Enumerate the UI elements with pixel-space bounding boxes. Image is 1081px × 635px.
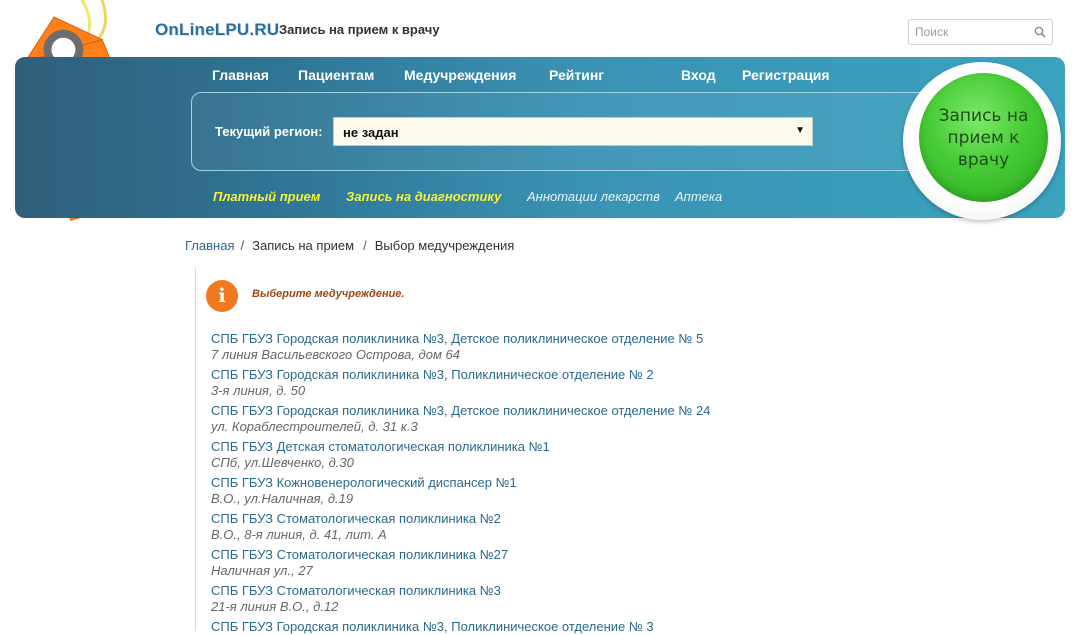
dropdown-arrow-icon: ▼ [795,125,805,136]
book-appointment-label: Запись на прием к врачу [938,105,1029,170]
subnav-diagnostics[interactable]: Запись на диагностику [346,189,501,204]
info-message: Выберите медучреждение. [252,288,405,300]
clinic-address: Наличная ул., 27 [211,563,313,578]
site-tagline: Запись на прием к врачу [279,22,440,37]
subnav-drug-annotations[interactable]: Аннотации лекарств [527,189,660,204]
clinic-link[interactable]: СПБ ГБУЗ Стоматологическая поликлиника №… [211,583,501,599]
search-icon[interactable] [1034,26,1046,38]
list-item: СПБ ГБУЗ Городская поликлиника №3, Детск… [211,331,703,363]
nav-item-home[interactable]: Главная [212,67,269,83]
clinic-link[interactable]: СПБ ГБУЗ Городская поликлиника №3, Детск… [211,403,710,419]
clinic-address: В.О., ул.Наличная, д.19 [211,491,354,506]
subnav-paid-appointment[interactable]: Платный прием [213,189,320,204]
search-box[interactable] [908,19,1053,45]
clinic-link[interactable]: СПБ ГБУЗ Городская поликлиника №3, Полик… [211,619,654,635]
clinic-address: 7 линия Васильевского Острова, дом 64 [211,347,460,362]
breadcrumb-current: Выбор медучреждения [374,238,515,253]
clinic-link[interactable]: СПБ ГБУЗ Городская поликлиника №3, Полик… [211,367,654,383]
region-select-value: не задан [343,125,399,140]
list-item: СПБ ГБУЗ Стоматологическая поликлиника №… [211,583,501,615]
search-input[interactable] [909,20,1030,44]
nav-item-register[interactable]: Регистрация [742,67,830,83]
list-item: СПБ ГБУЗ Городская поликлиника №3, Полик… [211,367,654,399]
breadcrumb-separator: / [240,238,245,253]
list-item: СПБ ГБУЗ Стоматологическая поликлиника №… [211,547,508,579]
clinic-address: ул. Кораблестроителей, д. 31 к.3 [211,419,418,434]
info-icon: i [206,280,238,312]
breadcrumb-home[interactable]: Главная [185,238,234,253]
list-item: СПБ ГБУЗ Городская поликлиника №3, Детск… [211,403,710,435]
clinic-address: 21-я линия В.О., д.12 [211,599,339,614]
clinic-link[interactable]: СПБ ГБУЗ Кожновенерологический диспансер… [211,475,517,491]
nav-item-patients[interactable]: Пациентам [298,67,374,83]
region-label: Текущий регион: [215,124,323,139]
list-item: СПБ ГБУЗ Детская стоматологическая полик… [211,439,550,471]
region-select[interactable]: не задан ▼ [333,117,813,146]
list-item: СПБ ГБУЗ Городская поликлиника №3, Полик… [211,619,654,635]
clinic-address: В.О., 8-я линия, д. 41, лит. А [211,527,387,542]
clinic-address: 3-я линия, д. 50 [211,383,306,398]
breadcrumb-separator: / [363,238,367,253]
breadcrumb-appointment: Запись на прием [252,238,355,253]
list-item: СПБ ГБУЗ Стоматологическая поликлиника №… [211,511,501,543]
clinic-address: СПб, ул.Шевченко, д.30 [211,455,354,470]
site-name[interactable]: OnLineLPU.RU [155,20,279,40]
nav-item-login[interactable]: Вход [681,67,716,83]
clinic-link[interactable]: СПБ ГБУЗ Детская стоматологическая полик… [211,439,550,455]
nav-item-rating[interactable]: Рейтинг [549,67,604,83]
subnav-pharmacy[interactable]: Аптека [675,189,722,204]
content-divider [195,268,196,631]
nav-item-institutions[interactable]: Медучреждения [404,67,516,83]
book-appointment-button[interactable]: Запись на прием к врачу [919,73,1048,202]
clinic-link[interactable]: СПБ ГБУЗ Стоматологическая поликлиника №… [211,511,501,527]
list-item: СПБ ГБУЗ Кожновенерологический диспансер… [211,475,517,507]
clinic-link[interactable]: СПБ ГБУЗ Городская поликлиника №3, Детск… [211,331,703,347]
breadcrumb: Главная / Запись на прием / Выбор медучрежде… [185,238,514,253]
clinic-link[interactable]: СПБ ГБУЗ Стоматологическая поликлиника №… [211,547,508,563]
